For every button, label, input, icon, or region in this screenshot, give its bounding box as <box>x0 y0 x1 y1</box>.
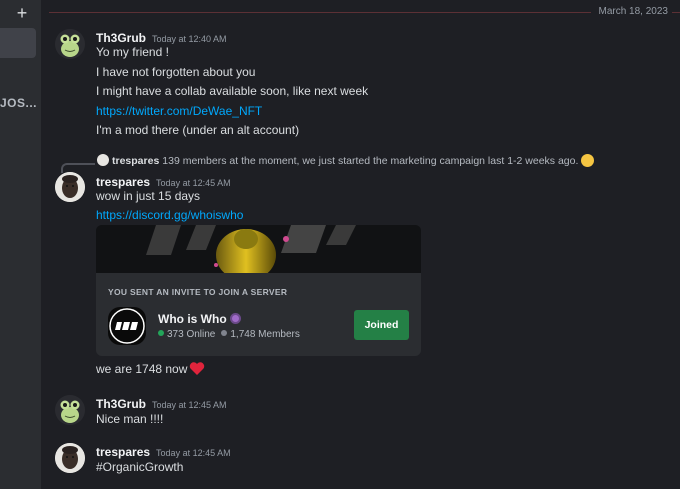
server-invite-card: YOU SENT AN INVITE TO JOIN A SERVER Who … <box>96 225 421 356</box>
server-name[interactable]: Who is Who <box>158 312 241 326</box>
active-channel-item[interactable] <box>0 28 36 58</box>
date-divider-label: March 18, 2023 <box>590 6 672 17</box>
author-name[interactable]: trespares <box>96 445 150 459</box>
message-header: trespares Today at 12:45 AM <box>96 443 231 461</box>
author-name[interactable]: Th3Grub <box>96 397 146 411</box>
avatar[interactable] <box>55 395 85 425</box>
face-avatar-icon <box>55 443 85 473</box>
message-text: I have not forgotten about you <box>96 65 256 79</box>
message-text: we are 1748 now <box>96 362 205 379</box>
message-text: I might have a collab available soon, li… <box>96 84 369 98</box>
avatar[interactable] <box>55 172 85 202</box>
new-messages-divider <box>49 12 680 13</box>
reply-author[interactable]: trespares <box>112 155 159 167</box>
avatar[interactable] <box>55 443 85 473</box>
joined-button[interactable]: Joined <box>354 310 409 340</box>
timestamp: Today at 12:45 AM <box>152 400 227 410</box>
reply-preview[interactable]: trespares 139 members at the moment, we j… <box>97 154 595 167</box>
timestamp: Today at 12:45 AM <box>156 448 231 458</box>
timestamp: Today at 12:40 AM <box>152 34 227 44</box>
avatar[interactable] <box>55 29 85 59</box>
invite-banner <box>96 225 421 273</box>
author-name[interactable]: Th3Grub <box>96 31 146 45</box>
member-count: 1,748 Members <box>230 329 300 340</box>
plus-icon[interactable]: + <box>14 4 30 22</box>
frog-avatar-icon <box>55 395 85 425</box>
invite-header: YOU SENT AN INVITE TO JOIN A SERVER <box>108 287 288 297</box>
message-text: Yo my friend ! <box>96 45 169 59</box>
server-stats: 373 Online 1,748 Members <box>158 329 300 340</box>
message-text: I'm a mod there (under an alt account) <box>96 123 300 137</box>
face-avatar-icon <box>55 172 85 202</box>
members-dot-icon <box>221 330 228 336</box>
message-header: Th3Grub Today at 12:45 AM <box>96 395 227 413</box>
reply-avatar <box>97 154 109 166</box>
timestamp: Today at 12:45 AM <box>156 178 231 188</box>
online-dot-icon <box>158 330 164 336</box>
message-link[interactable]: https://discord.gg/whoiswho <box>96 208 243 222</box>
red-heart-icon <box>189 362 205 379</box>
online-count: 373 Online <box>167 329 216 340</box>
frog-avatar-icon <box>55 29 85 59</box>
reply-text: 139 members at the moment, we just start… <box>162 155 579 167</box>
author-name[interactable]: trespares <box>96 175 150 189</box>
channel-label-truncated[interactable]: JOS... <box>0 96 37 110</box>
message-text: #OrganicGrowth <box>96 460 184 474</box>
slightly-smiling-face-icon <box>581 154 595 167</box>
message-text: Nice man !!!! <box>96 412 164 426</box>
server-sidebar: + JOS... <box>0 0 41 489</box>
verified-badge-icon <box>229 313 241 324</box>
message-link[interactable]: https://twitter.com/DeWae_NFT <box>96 104 262 118</box>
chat-area: March 18, 2023 Th3Grub Today at 12:40 AM … <box>41 0 680 489</box>
server-icon[interactable] <box>108 307 146 345</box>
message-text: wow in just 15 days <box>96 189 201 203</box>
